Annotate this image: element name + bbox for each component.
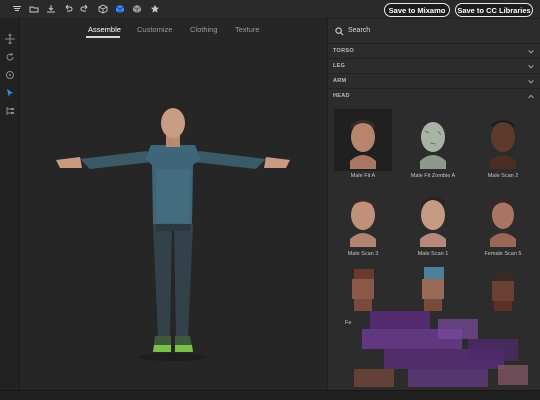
- cube-outline-icon[interactable]: [131, 3, 143, 15]
- open-icon[interactable]: [28, 3, 40, 15]
- head-item-male-scan-1[interactable]: [404, 187, 462, 249]
- head-item-male-scan-3[interactable]: [334, 187, 392, 249]
- asset-panel: Search TORSO LEG ARM HEAD Male Fit A Mal…: [327, 19, 540, 390]
- 3d-viewport[interactable]: Assemble Customize Clothing Texture: [20, 19, 327, 390]
- hierarchy-icon[interactable]: [4, 105, 16, 117]
- star-icon[interactable]: [149, 3, 161, 15]
- head-label: Female Scan 5: [484, 251, 522, 257]
- select-pointer-icon[interactable]: [4, 87, 16, 99]
- search-input[interactable]: Search: [348, 27, 370, 34]
- category-arm[interactable]: ARM: [328, 75, 540, 89]
- chevron-down-icon: [528, 50, 534, 54]
- category-torso[interactable]: TORSO: [328, 45, 540, 59]
- redacted-area: [354, 311, 528, 387]
- head-label: Male Scan 1: [417, 251, 449, 257]
- chevron-up-icon: [528, 94, 534, 99]
- head-item-male-fit-zombie-a[interactable]: [404, 109, 462, 171]
- head-label: Male Fit Zombie A: [410, 173, 456, 179]
- character-model[interactable]: [20, 19, 327, 390]
- save-to-mixamo-button[interactable]: Save to Mixamo: [384, 3, 450, 17]
- search-bar[interactable]: Search: [328, 19, 540, 44]
- category-label: ARM: [333, 78, 347, 84]
- left-toolbar: [0, 19, 20, 390]
- head-label: Male Scan 2: [487, 173, 519, 179]
- orbit-icon[interactable]: [4, 69, 16, 81]
- move-icon[interactable]: [4, 33, 16, 45]
- cube-icon[interactable]: [97, 3, 109, 15]
- head-item-male-scan-2[interactable]: [474, 109, 532, 171]
- category-head[interactable]: HEAD: [328, 90, 540, 104]
- cube-filled-icon[interactable]: [114, 3, 126, 15]
- download-icon[interactable]: [45, 3, 57, 15]
- top-toolbar: Save to Mixamo Save to CC Libraries: [0, 0, 540, 19]
- import-icon[interactable]: [11, 3, 23, 15]
- chevron-down-icon: [528, 80, 534, 84]
- head-item-female-scan-5[interactable]: [474, 187, 532, 249]
- redo-icon[interactable]: [79, 3, 91, 15]
- status-bar: [0, 390, 540, 400]
- save-to-cc-libraries-button[interactable]: Save to CC Libraries: [455, 3, 533, 17]
- head-label: Male Scan 3: [347, 251, 379, 257]
- category-label: HEAD: [333, 93, 350, 99]
- search-icon: [335, 27, 344, 36]
- category-label: TORSO: [333, 48, 354, 54]
- category-leg[interactable]: LEG: [328, 60, 540, 74]
- chevron-down-icon: [528, 65, 534, 69]
- rotate-icon[interactable]: [4, 51, 16, 63]
- undo-icon[interactable]: [62, 3, 74, 15]
- head-item-male-fit-a[interactable]: [334, 109, 392, 171]
- head-label: Male Fit A: [350, 173, 376, 179]
- category-label: LEG: [333, 63, 346, 69]
